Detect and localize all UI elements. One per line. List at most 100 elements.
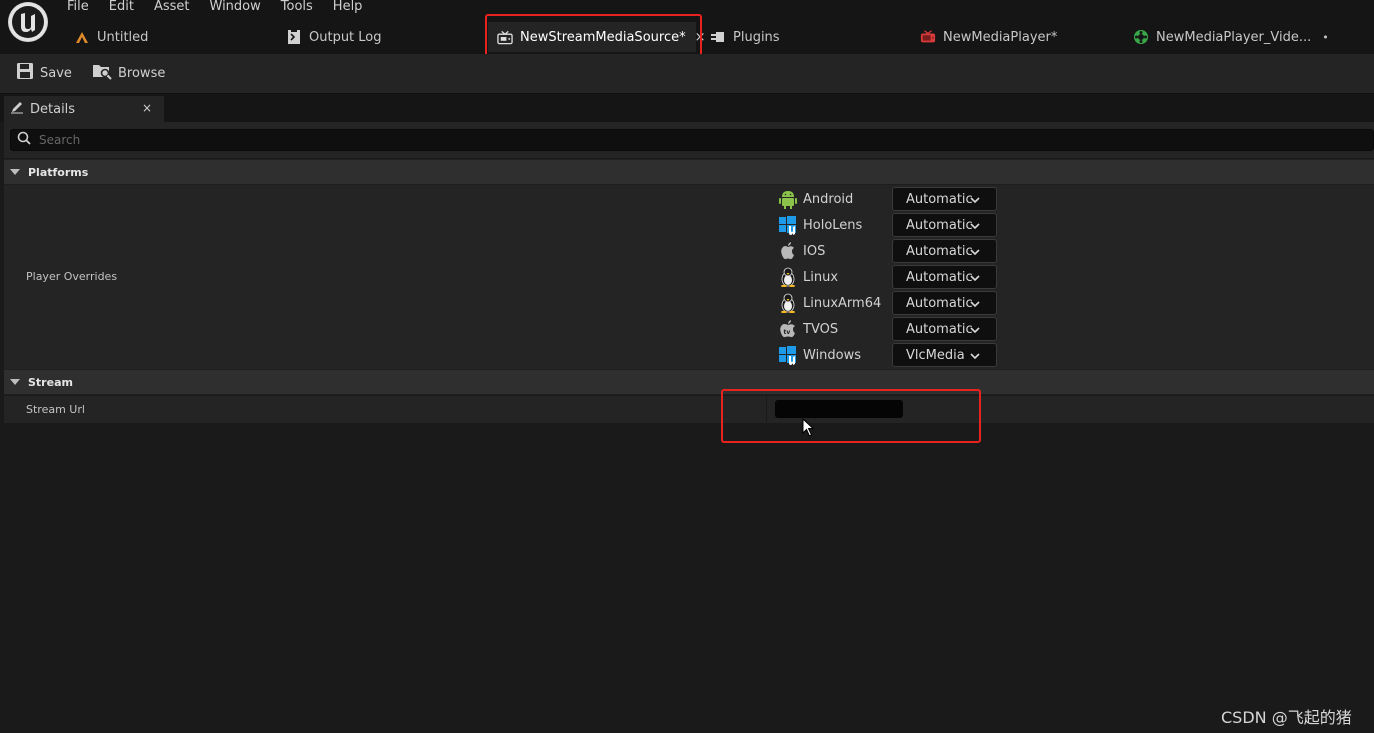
player-overrides-label: Player Overrides	[26, 270, 118, 283]
apple-icon	[778, 241, 798, 261]
combo-value: VlcMedia	[906, 347, 965, 363]
linux-icon	[778, 267, 798, 287]
android-player-combo[interactable]: Automatic	[892, 187, 997, 211]
combo-value: Automatic	[906, 269, 973, 285]
tab-label: Untitled	[97, 29, 149, 45]
collapse-caret-icon[interactable]	[10, 379, 20, 385]
stream-url-input[interactable]	[775, 400, 903, 418]
chevron-down-icon	[970, 220, 980, 235]
details-search-row	[4, 122, 1374, 158]
platform-linux: Linux Automatic	[774, 265, 997, 289]
platform-android: Android Automatic	[774, 187, 997, 211]
unreal-logo-icon[interactable]	[8, 2, 48, 42]
tab-output-log[interactable]: Output Log	[286, 22, 382, 52]
plugin-icon	[710, 29, 726, 45]
mouse-cursor-icon	[802, 417, 816, 442]
menu-file[interactable]: File	[67, 0, 89, 16]
chevron-down-icon	[970, 324, 980, 339]
browse-icon	[92, 62, 112, 84]
close-icon[interactable]: ×	[142, 101, 152, 115]
chevron-down-icon	[970, 194, 980, 209]
menu-help[interactable]: Help	[333, 0, 363, 16]
watermark: CSDN @飞起的猪	[1221, 708, 1352, 727]
combo-value: Automatic	[906, 217, 973, 233]
browse-button[interactable]: Browse	[92, 63, 165, 83]
title-bar: File Edit Asset Window Tools Help Untitl…	[0, 0, 1374, 54]
tab-label: Plugins	[733, 29, 780, 45]
tab-new-stream-media-source[interactable]: NewStreamMediaSource* ×	[488, 22, 706, 52]
output-log-icon	[286, 29, 302, 45]
menu-tools[interactable]: Tools	[281, 0, 313, 16]
linuxarm64-player-combo[interactable]: Automatic	[892, 291, 997, 315]
windows-icon	[778, 345, 798, 365]
chevron-down-icon	[970, 246, 980, 261]
platform-name: Windows	[803, 347, 862, 363]
combo-value: Automatic	[906, 321, 973, 337]
menu-window[interactable]: Window	[210, 0, 261, 16]
tab-label: NewMediaPlayer_Vide...	[1156, 29, 1312, 45]
media-player-icon	[920, 29, 936, 45]
tab-plugins[interactable]: Plugins	[710, 22, 780, 52]
windows-player-combo[interactable]: VlcMedia	[892, 343, 997, 367]
platform-tvos: tv TVOS Automatic	[774, 317, 997, 341]
ios-player-combo[interactable]: Automatic	[892, 239, 997, 263]
linux-icon	[778, 293, 798, 313]
collapse-caret-icon[interactable]	[10, 169, 20, 175]
save-label: Save	[40, 65, 72, 81]
tvos-player-combo[interactable]: Automatic	[892, 317, 997, 341]
android-icon	[778, 189, 798, 209]
chevron-down-icon	[970, 298, 980, 313]
category-label: Stream	[28, 375, 73, 389]
category-label: Platforms	[28, 165, 89, 179]
platform-name: TVOS	[803, 321, 839, 337]
tab-label: NewStreamMediaSource*	[520, 29, 686, 45]
platform-windows: Windows VlcMedia	[774, 343, 997, 367]
hololens-player-combo[interactable]: Automatic	[892, 213, 997, 237]
chevron-down-icon	[970, 350, 980, 365]
platform-name: HoloLens	[803, 217, 863, 233]
combo-value: Automatic	[906, 295, 973, 311]
tab-untitled[interactable]: Untitled	[74, 22, 148, 52]
platform-linuxarm64: LinuxArm64 Automatic	[774, 291, 997, 315]
menu-asset[interactable]: Asset	[154, 0, 190, 16]
combo-value: Automatic	[906, 243, 973, 259]
save-icon	[16, 62, 34, 84]
platform-hololens: HoloLens Automatic	[774, 213, 997, 237]
main-menu-bar: File Edit Asset Window Tools Help	[67, 0, 382, 16]
stream-url-row: Stream Url	[4, 396, 1374, 423]
search-box[interactable]	[10, 129, 1374, 151]
pencil-icon	[10, 100, 24, 118]
platform-name: LinuxArm64	[803, 295, 882, 311]
platform-name: Android	[803, 191, 854, 207]
combo-value: Automatic	[906, 191, 973, 207]
close-icon[interactable]: ×	[695, 30, 706, 45]
media-texture-icon	[1133, 29, 1149, 45]
category-platforms[interactable]: Platforms	[4, 159, 1374, 185]
media-source-icon	[497, 29, 513, 45]
browse-label: Browse	[118, 65, 166, 81]
linux-player-combo[interactable]: Automatic	[892, 265, 997, 289]
tab-new-media-player-video[interactable]: NewMediaPlayer_Vide... •	[1133, 22, 1329, 52]
column-divider[interactable]	[766, 396, 767, 422]
category-stream[interactable]: Stream	[4, 369, 1374, 395]
asset-toolbar: Save Browse	[0, 54, 1374, 94]
details-tab[interactable]: Details ×	[4, 96, 164, 122]
tab-label: NewMediaPlayer*	[943, 29, 1058, 45]
tvos-icon: tv	[778, 319, 798, 339]
stream-url-label: Stream Url	[26, 403, 85, 416]
details-tab-strip: Details ×	[0, 94, 1374, 122]
level-icon	[74, 29, 90, 45]
save-button[interactable]: Save	[16, 63, 72, 83]
platform-name: IOS	[803, 243, 826, 259]
menu-edit[interactable]: Edit	[109, 0, 134, 16]
platform-ios: IOS Automatic	[774, 239, 997, 263]
platform-name: Linux	[803, 269, 839, 285]
player-overrides-row: Player Overrides Android Automatic HoloL…	[4, 185, 1374, 369]
chevron-down-icon	[970, 272, 980, 287]
tab-new-media-player[interactable]: NewMediaPlayer*	[920, 22, 1057, 52]
details-tab-label: Details	[30, 101, 76, 117]
search-input[interactable]	[39, 133, 639, 147]
tab-label: Output Log	[309, 29, 382, 45]
unsaved-indicator: •	[1322, 30, 1329, 44]
search-icon	[17, 131, 31, 149]
